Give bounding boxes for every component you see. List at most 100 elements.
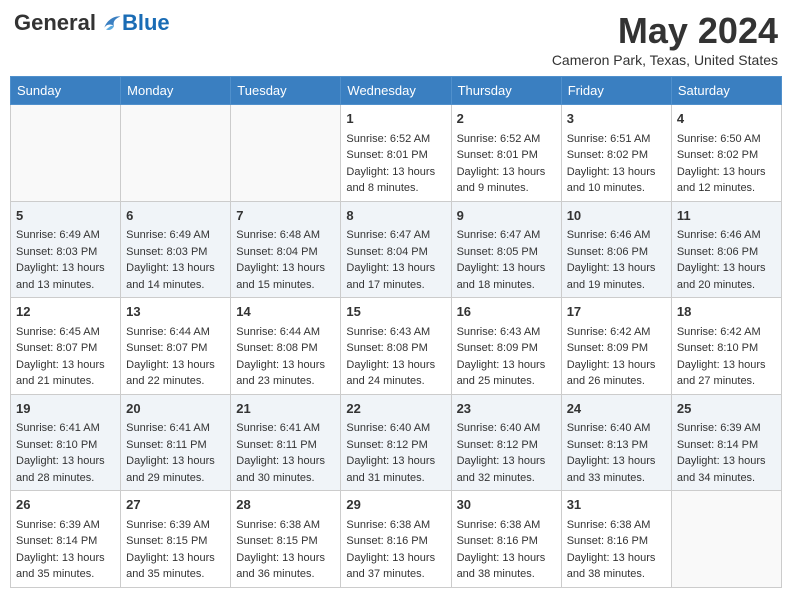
calendar-cell: 9Sunrise: 6:47 AMSunset: 8:05 PMDaylight…: [451, 201, 561, 298]
daylight-text: Daylight: 13 hours and 38 minutes.: [567, 552, 656, 581]
day-number: 29: [346, 495, 445, 515]
sunrise-text: Sunrise: 6:44 AM: [236, 326, 320, 338]
day-header-monday: Monday: [121, 77, 231, 105]
calendar-cell: [671, 491, 781, 588]
location-text: Cameron Park, Texas, United States: [552, 52, 778, 68]
sunrise-text: Sunrise: 6:39 AM: [126, 519, 210, 531]
daylight-text: Daylight: 13 hours and 8 minutes.: [346, 166, 435, 195]
sunset-text: Sunset: 8:15 PM: [236, 535, 317, 547]
day-number: 24: [567, 399, 666, 419]
calendar-table: SundayMondayTuesdayWednesdayThursdayFrid…: [10, 76, 782, 588]
calendar-cell: 3Sunrise: 6:51 AMSunset: 8:02 PMDaylight…: [561, 105, 671, 202]
calendar-cell: 17Sunrise: 6:42 AMSunset: 8:09 PMDayligh…: [561, 298, 671, 395]
sunrise-text: Sunrise: 6:42 AM: [677, 326, 761, 338]
day-number: 11: [677, 206, 776, 226]
sunset-text: Sunset: 8:15 PM: [126, 535, 207, 547]
daylight-text: Daylight: 13 hours and 21 minutes.: [16, 359, 105, 388]
day-number: 2: [457, 109, 556, 129]
calendar-cell: 27Sunrise: 6:39 AMSunset: 8:15 PMDayligh…: [121, 491, 231, 588]
day-header-wednesday: Wednesday: [341, 77, 451, 105]
sunrise-text: Sunrise: 6:41 AM: [16, 422, 100, 434]
day-number: 4: [677, 109, 776, 129]
day-header-sunday: Sunday: [11, 77, 121, 105]
calendar-header-row: SundayMondayTuesdayWednesdayThursdayFrid…: [11, 77, 782, 105]
day-number: 18: [677, 302, 776, 322]
day-number: 23: [457, 399, 556, 419]
sunset-text: Sunset: 8:09 PM: [457, 342, 538, 354]
sunset-text: Sunset: 8:05 PM: [457, 246, 538, 258]
day-number: 9: [457, 206, 556, 226]
daylight-text: Daylight: 13 hours and 31 minutes.: [346, 455, 435, 484]
calendar-cell: 19Sunrise: 6:41 AMSunset: 8:10 PMDayligh…: [11, 394, 121, 491]
calendar-cell: 6Sunrise: 6:49 AMSunset: 8:03 PMDaylight…: [121, 201, 231, 298]
day-number: 14: [236, 302, 335, 322]
daylight-text: Daylight: 13 hours and 23 minutes.: [236, 359, 325, 388]
daylight-text: Daylight: 13 hours and 13 minutes.: [16, 262, 105, 291]
daylight-text: Daylight: 13 hours and 37 minutes.: [346, 552, 435, 581]
sunrise-text: Sunrise: 6:49 AM: [126, 229, 210, 241]
sunrise-text: Sunrise: 6:39 AM: [16, 519, 100, 531]
sunrise-text: Sunrise: 6:42 AM: [567, 326, 651, 338]
daylight-text: Daylight: 13 hours and 14 minutes.: [126, 262, 215, 291]
calendar-cell: 1Sunrise: 6:52 AMSunset: 8:01 PMDaylight…: [341, 105, 451, 202]
calendar-cell: 4Sunrise: 6:50 AMSunset: 8:02 PMDaylight…: [671, 105, 781, 202]
sunrise-text: Sunrise: 6:52 AM: [457, 133, 541, 145]
calendar-cell: 13Sunrise: 6:44 AMSunset: 8:07 PMDayligh…: [121, 298, 231, 395]
daylight-text: Daylight: 13 hours and 30 minutes.: [236, 455, 325, 484]
daylight-text: Daylight: 13 hours and 36 minutes.: [236, 552, 325, 581]
calendar-cell: 29Sunrise: 6:38 AMSunset: 8:16 PMDayligh…: [341, 491, 451, 588]
day-header-friday: Friday: [561, 77, 671, 105]
day-number: 6: [126, 206, 225, 226]
day-number: 25: [677, 399, 776, 419]
day-number: 15: [346, 302, 445, 322]
daylight-text: Daylight: 13 hours and 35 minutes.: [16, 552, 105, 581]
calendar-cell: 16Sunrise: 6:43 AMSunset: 8:09 PMDayligh…: [451, 298, 561, 395]
sunrise-text: Sunrise: 6:44 AM: [126, 326, 210, 338]
calendar-cell: 28Sunrise: 6:38 AMSunset: 8:15 PMDayligh…: [231, 491, 341, 588]
calendar-cell: 24Sunrise: 6:40 AMSunset: 8:13 PMDayligh…: [561, 394, 671, 491]
calendar-cell: [121, 105, 231, 202]
day-header-thursday: Thursday: [451, 77, 561, 105]
sunset-text: Sunset: 8:03 PM: [16, 246, 97, 258]
day-header-tuesday: Tuesday: [231, 77, 341, 105]
month-title: May 2024: [552, 10, 778, 52]
page-header: General Blue May 2024 Cameron Park, Texa…: [10, 10, 782, 68]
sunrise-text: Sunrise: 6:41 AM: [236, 422, 320, 434]
daylight-text: Daylight: 13 hours and 17 minutes.: [346, 262, 435, 291]
day-number: 31: [567, 495, 666, 515]
day-header-saturday: Saturday: [671, 77, 781, 105]
daylight-text: Daylight: 13 hours and 9 minutes.: [457, 166, 546, 195]
day-number: 8: [346, 206, 445, 226]
sunrise-text: Sunrise: 6:48 AM: [236, 229, 320, 241]
logo-blue-text: Blue: [122, 10, 170, 36]
sunset-text: Sunset: 8:02 PM: [677, 149, 758, 161]
day-number: 20: [126, 399, 225, 419]
calendar-cell: 25Sunrise: 6:39 AMSunset: 8:14 PMDayligh…: [671, 394, 781, 491]
daylight-text: Daylight: 13 hours and 18 minutes.: [457, 262, 546, 291]
day-number: 17: [567, 302, 666, 322]
logo: General Blue: [14, 10, 170, 36]
calendar-week-row: 19Sunrise: 6:41 AMSunset: 8:10 PMDayligh…: [11, 394, 782, 491]
daylight-text: Daylight: 13 hours and 29 minutes.: [126, 455, 215, 484]
day-number: 10: [567, 206, 666, 226]
sunrise-text: Sunrise: 6:47 AM: [346, 229, 430, 241]
sunset-text: Sunset: 8:01 PM: [457, 149, 538, 161]
sunset-text: Sunset: 8:12 PM: [457, 439, 538, 451]
sunrise-text: Sunrise: 6:52 AM: [346, 133, 430, 145]
sunrise-text: Sunrise: 6:49 AM: [16, 229, 100, 241]
calendar-cell: 5Sunrise: 6:49 AMSunset: 8:03 PMDaylight…: [11, 201, 121, 298]
sunset-text: Sunset: 8:16 PM: [346, 535, 427, 547]
sunset-text: Sunset: 8:08 PM: [236, 342, 317, 354]
sunset-text: Sunset: 8:11 PM: [236, 439, 317, 451]
sunset-text: Sunset: 8:02 PM: [567, 149, 648, 161]
calendar-cell: 26Sunrise: 6:39 AMSunset: 8:14 PMDayligh…: [11, 491, 121, 588]
sunset-text: Sunset: 8:09 PM: [567, 342, 648, 354]
daylight-text: Daylight: 13 hours and 34 minutes.: [677, 455, 766, 484]
sunrise-text: Sunrise: 6:46 AM: [567, 229, 651, 241]
daylight-text: Daylight: 13 hours and 19 minutes.: [567, 262, 656, 291]
sunrise-text: Sunrise: 6:38 AM: [457, 519, 541, 531]
daylight-text: Daylight: 13 hours and 22 minutes.: [126, 359, 215, 388]
calendar-cell: 21Sunrise: 6:41 AMSunset: 8:11 PMDayligh…: [231, 394, 341, 491]
day-number: 16: [457, 302, 556, 322]
calendar-cell: 11Sunrise: 6:46 AMSunset: 8:06 PMDayligh…: [671, 201, 781, 298]
